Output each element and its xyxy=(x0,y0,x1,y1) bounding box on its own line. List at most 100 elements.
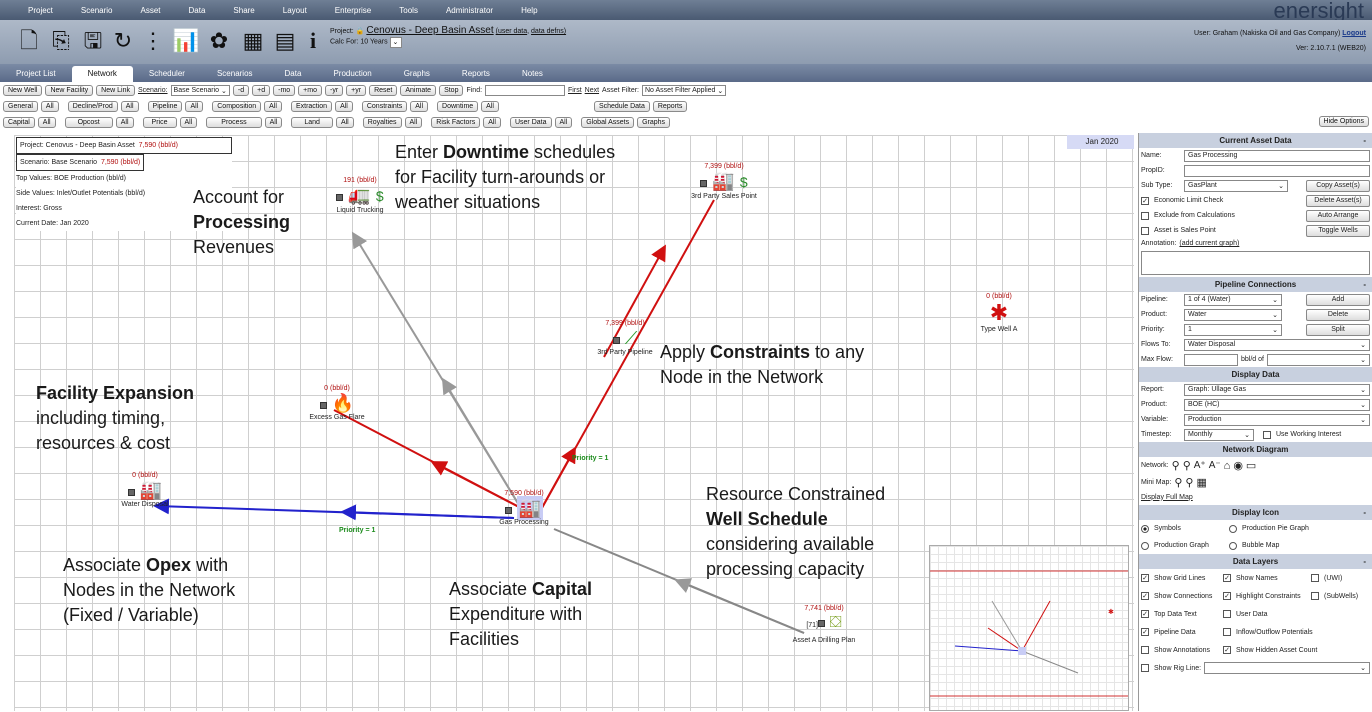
composition-all-button[interactable]: All xyxy=(264,101,282,112)
rig-line-select[interactable]: ⌄ xyxy=(1204,662,1370,674)
user-data-link[interactable]: (user data xyxy=(496,28,528,35)
pipeline-select[interactable]: 1 of 4 (Water) ⌄ xyxy=(1184,293,1282,306)
menu-help[interactable]: Help xyxy=(493,6,537,15)
menu-tools[interactable]: Tools xyxy=(371,6,418,15)
priority-select[interactable]: 1 ⌄ xyxy=(1184,323,1282,336)
connections-checkbox[interactable]: ✓ xyxy=(1141,592,1149,600)
animate-button[interactable]: Animate xyxy=(400,85,437,96)
menu-scenario[interactable]: Scenario xyxy=(53,6,113,15)
copy-assets-button[interactable]: Copy Asset(s) xyxy=(1306,179,1370,192)
tab-notes[interactable]: Notes xyxy=(506,66,559,82)
opcost-all-button[interactable]: All xyxy=(115,117,134,128)
symbols-radio[interactable] xyxy=(1141,524,1149,533)
annotation-textarea[interactable] xyxy=(1141,251,1370,275)
import-icon[interactable]: ⎘ xyxy=(48,28,74,54)
working-interest-checkbox[interactable] xyxy=(1263,430,1271,439)
new-facility-button[interactable]: New Facility xyxy=(45,85,94,96)
eye-icon[interactable]: ◉ xyxy=(1233,459,1243,472)
downtime-all-button[interactable]: All xyxy=(481,101,499,112)
exclude-checkbox[interactable] xyxy=(1141,211,1149,220)
data-defns-link[interactable]: data defns) xyxy=(531,28,566,35)
production-graph-radio[interactable] xyxy=(1141,541,1149,550)
menu-administrator[interactable]: Administrator xyxy=(418,6,493,15)
general-button[interactable]: General xyxy=(3,101,38,112)
downtime-button[interactable]: Downtime xyxy=(437,101,479,112)
refresh-icon[interactable]: ↻ xyxy=(110,28,136,54)
hidden-count-checkbox[interactable]: ✓ xyxy=(1223,646,1231,654)
show-names-checkbox[interactable]: ✓ xyxy=(1223,574,1231,582)
zoom-out-icon[interactable]: ⚲ xyxy=(1183,459,1191,472)
sales-point-checkbox[interactable] xyxy=(1141,226,1149,235)
new-document-icon[interactable]: 🗋 xyxy=(16,28,42,54)
user-data-all-button[interactable]: All xyxy=(554,117,573,128)
constraints-all-button[interactable]: All xyxy=(410,101,429,112)
report-select[interactable]: Graph: Ullage Gas ⌄ xyxy=(1184,383,1370,396)
node-sales-point[interactable]: 7,399 (bbl/d) 🏭 $ 3rd Party Sales Point xyxy=(674,163,774,200)
rig-line-checkbox[interactable] xyxy=(1141,664,1149,672)
inout-potentials-checkbox[interactable] xyxy=(1223,628,1231,636)
tab-scenarios[interactable]: Scenarios xyxy=(201,66,269,82)
drilling-checkbox[interactable] xyxy=(818,620,826,627)
tab-production[interactable]: Production xyxy=(317,66,387,82)
menu-project[interactable]: Project xyxy=(0,6,53,15)
global-assets-button[interactable]: Global Assets xyxy=(581,117,635,128)
display-product-select[interactable]: BOE (HC) ⌄ xyxy=(1184,398,1370,411)
tab-scheduler[interactable]: Scheduler xyxy=(133,66,201,82)
general-all-button[interactable]: All xyxy=(40,101,59,112)
variable-select[interactable]: Production ⌄ xyxy=(1184,413,1370,426)
node-pipeline[interactable]: 7,399 (bbl/d) ⟋ 3rd Party Pipeline xyxy=(580,320,670,356)
highlight-constraints-checkbox[interactable]: ✓ xyxy=(1223,592,1231,600)
node-water-disposal[interactable]: 0 (bbl/d) 🏭 Water Disposal xyxy=(110,472,180,508)
process-button[interactable]: Process xyxy=(206,117,262,128)
opcost-button[interactable]: Opcost xyxy=(64,117,113,128)
schedule-data-button[interactable]: Schedule Data xyxy=(593,101,650,112)
table-icon[interactable]: ▦ xyxy=(240,28,266,54)
grid-lines-checkbox[interactable]: ✓ xyxy=(1141,574,1149,582)
hierarchy-icon[interactable]: ⋮ xyxy=(140,28,166,54)
tab-data[interactable]: Data xyxy=(269,66,318,82)
land-all-button[interactable]: All xyxy=(335,117,354,128)
show-annotations-checkbox[interactable] xyxy=(1141,646,1149,654)
royalties-all-button[interactable]: All xyxy=(404,117,423,128)
tab-project-list[interactable]: Project List xyxy=(0,66,72,82)
plus-month-button[interactable]: +mo xyxy=(298,85,322,96)
find-input[interactable] xyxy=(485,85,566,96)
minimap-zoom-in-icon[interactable]: ⚲ xyxy=(1174,476,1182,489)
graphs-button[interactable]: Graphs xyxy=(637,117,671,128)
pipeline-all-button[interactable]: All xyxy=(185,101,204,112)
tab-reports[interactable]: Reports xyxy=(446,66,506,82)
pipeline-checkbox[interactable] xyxy=(612,337,620,344)
reports-button[interactable]: Reports xyxy=(652,101,688,112)
royalties-button[interactable]: Royalties xyxy=(362,117,402,128)
product-select[interactable]: Water ⌄ xyxy=(1184,308,1282,321)
risk-factors-button[interactable]: Risk Factors xyxy=(431,117,481,128)
image-icon[interactable]: ▭ xyxy=(1246,459,1256,472)
menu-data[interactable]: Data xyxy=(161,6,206,15)
display-icon-header[interactable]: Display Icon - xyxy=(1139,505,1372,520)
liquid-trucking-checkbox[interactable] xyxy=(336,194,344,201)
info-icon[interactable]: i xyxy=(300,28,326,54)
extraction-all-button[interactable]: All xyxy=(335,101,353,112)
asset-filter-select[interactable]: No Asset Filter Applied ⌄ xyxy=(642,85,727,96)
font-smaller-icon[interactable]: A⁻ xyxy=(1209,460,1221,471)
display-full-map-link[interactable]: Display Full Map xyxy=(1141,494,1193,501)
minimap-zoom-out-icon[interactable]: ⚲ xyxy=(1185,476,1193,489)
price-all-button[interactable]: All xyxy=(179,117,198,128)
toggle-wells-button[interactable]: Toggle Wells xyxy=(1306,224,1370,237)
top-data-text-checkbox[interactable]: ✓ xyxy=(1141,610,1149,618)
save-icon[interactable]: 🖫 xyxy=(80,28,106,54)
data-layers-header[interactable]: Data Layers - xyxy=(1139,554,1372,569)
stop-button[interactable]: Stop xyxy=(439,85,464,96)
pipeline-button[interactable]: Pipeline xyxy=(147,101,183,112)
delete-button[interactable]: Delete xyxy=(1306,308,1370,321)
calculator-icon[interactable]: ▤ xyxy=(272,28,298,54)
sales-point-checkbox[interactable] xyxy=(700,180,708,187)
first-link[interactable]: First xyxy=(568,87,582,94)
bubble-map-radio[interactable] xyxy=(1229,541,1237,550)
process-all-button[interactable]: All xyxy=(264,117,283,128)
menu-asset[interactable]: Asset xyxy=(112,6,160,15)
name-input[interactable]: Gas Processing xyxy=(1184,149,1370,162)
propid-input[interactable] xyxy=(1184,164,1370,177)
new-link-button[interactable]: New Link xyxy=(96,85,135,96)
pie-graph-radio[interactable] xyxy=(1229,524,1237,533)
